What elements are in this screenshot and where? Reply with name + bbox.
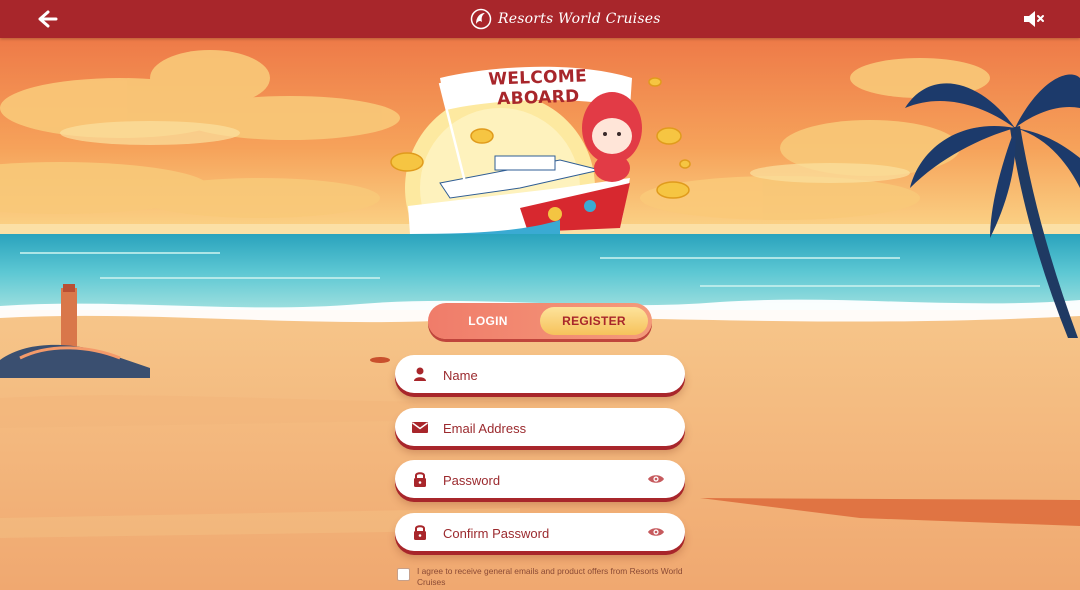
name-input[interactable] bbox=[441, 355, 645, 395]
logo-icon bbox=[470, 8, 492, 30]
arrow-left-icon bbox=[38, 10, 58, 28]
user-icon bbox=[414, 367, 426, 381]
confirm-password-input[interactable] bbox=[441, 513, 645, 553]
consent-text: I agree to receive general emails and pr… bbox=[417, 566, 683, 587]
eye-icon[interactable] bbox=[647, 472, 665, 486]
envelope-icon bbox=[412, 422, 428, 433]
password-input[interactable] bbox=[441, 460, 645, 500]
back-button[interactable] bbox=[32, 6, 62, 32]
lock-icon bbox=[414, 525, 426, 540]
lock-icon bbox=[414, 472, 426, 487]
password-field bbox=[395, 460, 685, 500]
auth-tabs: LOGIN REGISTER bbox=[428, 303, 652, 339]
email-input[interactable] bbox=[441, 408, 645, 448]
email-field bbox=[395, 408, 685, 448]
tab-login[interactable]: LOGIN bbox=[436, 307, 540, 335]
brand-logo: Resorts World Cruises bbox=[470, 6, 661, 32]
consent-checkbox[interactable] bbox=[397, 568, 410, 581]
logo-text: Resorts World Cruises bbox=[498, 11, 661, 27]
mute-button[interactable] bbox=[1020, 7, 1048, 31]
speaker-muted-icon bbox=[1024, 11, 1044, 27]
confirm-password-field bbox=[395, 513, 685, 553]
eye-icon[interactable] bbox=[647, 525, 665, 539]
top-bar: Resorts World Cruises bbox=[0, 0, 1080, 38]
welcome-banner-title: WELCOME ABOARD bbox=[487, 66, 588, 110]
tab-register[interactable]: REGISTER bbox=[540, 307, 648, 335]
name-field bbox=[395, 355, 685, 395]
